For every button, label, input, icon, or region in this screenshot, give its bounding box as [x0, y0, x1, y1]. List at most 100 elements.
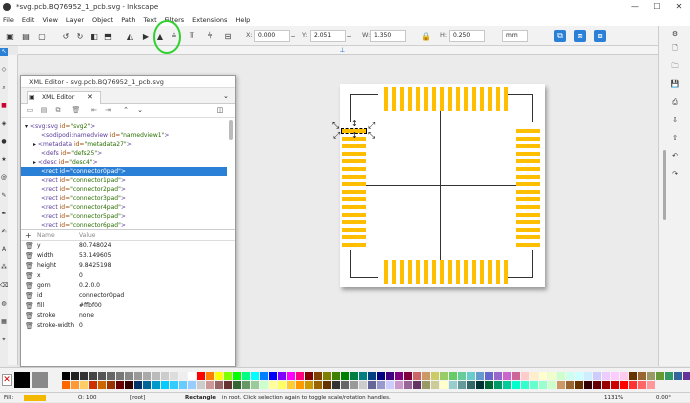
- rect-tool-icon[interactable]: ■: [0, 102, 8, 110]
- palette-swatch[interactable]: [377, 372, 385, 380]
- layout-menu-icon[interactable]: ◫: [215, 106, 225, 116]
- resize-handle-icon[interactable]: ⤢: [368, 121, 375, 131]
- pcb-pad[interactable]: [432, 87, 436, 111]
- palette-swatch[interactable]: [503, 372, 511, 380]
- align-middle-icon[interactable]: ⫩: [204, 30, 216, 42]
- palette-swatch[interactable]: [476, 372, 484, 380]
- lower-icon[interactable]: ▶: [140, 30, 152, 42]
- palette-swatch[interactable]: [548, 372, 556, 380]
- close-button[interactable]: ✕: [668, 0, 690, 14]
- palette-swatch[interactable]: [242, 381, 250, 389]
- palette-swatch[interactable]: [485, 372, 493, 380]
- ellipse-tool-icon[interactable]: ●: [0, 138, 8, 146]
- selector-tool-icon[interactable]: ↖: [0, 48, 8, 56]
- xml-node-namedview[interactable]: <sodipodi:namedview id="namedview1">: [21, 131, 227, 140]
- pcb-pad[interactable]: [448, 87, 452, 111]
- node-tool-icon[interactable]: ◇: [0, 66, 8, 74]
- pcb-pad[interactable]: [392, 87, 396, 111]
- palette-swatch[interactable]: [134, 372, 142, 380]
- palette-swatch[interactable]: [143, 372, 151, 380]
- pcb-pad[interactable]: [342, 212, 366, 217]
- palette-swatch[interactable]: [161, 381, 169, 389]
- pcb-pad[interactable]: [416, 260, 420, 284]
- pencil-tool-icon[interactable]: ✎: [0, 192, 8, 200]
- trash-icon[interactable]: 🗑: [25, 251, 34, 261]
- attribute-row[interactable]: 🗑 stroke none: [21, 311, 235, 321]
- palette-swatch[interactable]: [314, 381, 322, 389]
- xml-node-connector2pad[interactable]: <rect id="connector2pad">: [21, 185, 227, 194]
- pcb-pad[interactable]: [516, 167, 540, 171]
- pcb-pad[interactable]: [342, 197, 366, 202]
- rotate-cw-icon[interactable]: ↻: [74, 30, 86, 42]
- resize-handle-icon[interactable]: ⤡: [332, 121, 339, 131]
- palette-swatch[interactable]: [620, 372, 628, 380]
- xml-node-connector0pad[interactable]: <rect id="connector0pad">: [21, 167, 227, 176]
- palette-swatch[interactable]: [368, 381, 376, 389]
- pcb-pad[interactable]: [464, 87, 468, 111]
- pcb-pad[interactable]: [456, 87, 460, 111]
- new-document-icon[interactable]: 🗋: [669, 44, 681, 54]
- palette-swatch[interactable]: [89, 381, 97, 389]
- attribute-row[interactable]: 🗑 x 0: [21, 271, 235, 281]
- pcb-pad[interactable]: [392, 260, 396, 284]
- palette-swatch[interactable]: [206, 381, 214, 389]
- eraser-tool-icon[interactable]: ⌫: [0, 282, 8, 290]
- text-tool-icon[interactable]: A: [0, 246, 8, 254]
- palette-swatch[interactable]: [206, 372, 214, 380]
- attribute-row[interactable]: 🗑 y 80.748024: [21, 241, 235, 251]
- pcb-pad[interactable]: [342, 189, 366, 194]
- palette-swatch[interactable]: [575, 372, 583, 380]
- scale-corners-icon[interactable]: ⧈: [574, 30, 586, 42]
- palette-swatch[interactable]: [512, 372, 520, 380]
- calligraphy-tool-icon[interactable]: ✍: [0, 228, 8, 236]
- palette-swatch[interactable]: [98, 372, 106, 380]
- palette-swatch[interactable]: [422, 381, 430, 389]
- pcb-pad[interactable]: [342, 159, 366, 164]
- palette-swatch[interactable]: [350, 372, 358, 380]
- palette-swatch[interactable]: [215, 372, 223, 380]
- palette-swatch[interactable]: [125, 381, 133, 389]
- print-icon[interactable]: ⎙: [669, 98, 681, 108]
- palette-swatch[interactable]: [224, 372, 232, 380]
- xml-node-desc[interactable]: ▸ <desc id="desc4">: [21, 158, 227, 167]
- rotate-ccw-icon[interactable]: ↺: [60, 30, 72, 42]
- palette-swatch[interactable]: [80, 372, 88, 380]
- palette-swatch[interactable]: [269, 372, 277, 380]
- palette-swatch[interactable]: [395, 381, 403, 389]
- palette-swatch[interactable]: [116, 372, 124, 380]
- palette-swatch[interactable]: [620, 381, 628, 389]
- palette-swatch[interactable]: [350, 381, 358, 389]
- palette-swatch[interactable]: [530, 381, 538, 389]
- palette-swatch[interactable]: [548, 381, 556, 389]
- palette-swatch[interactable]: [260, 381, 268, 389]
- palette-swatch[interactable]: [494, 381, 502, 389]
- trash-icon[interactable]: 🗑: [25, 261, 34, 271]
- pcb-pad[interactable]: [400, 260, 404, 284]
- palette-swatch[interactable]: [440, 381, 448, 389]
- pcb-pad[interactable]: [488, 87, 492, 111]
- palette-swatch[interactable]: [179, 381, 187, 389]
- pcb-pad[interactable]: [516, 243, 540, 247]
- pcb-pad[interactable]: [342, 205, 366, 209]
- lower-node-icon[interactable]: ⌄: [135, 106, 145, 116]
- pcb-pad[interactable]: [342, 144, 366, 149]
- duplicate-node-icon[interactable]: ⧉: [53, 106, 63, 116]
- pcb-pad[interactable]: [384, 260, 388, 284]
- pcb-pad[interactable]: [516, 136, 540, 141]
- palette-swatch[interactable]: [233, 372, 241, 380]
- xml-node-tree[interactable]: ▾ <svg:svg id="svg2"> <sodipodi:namedvie…: [21, 118, 235, 230]
- palette-swatch[interactable]: [557, 372, 565, 380]
- select-all-icon[interactable]: ▣: [4, 30, 16, 42]
- pcb-pad[interactable]: [488, 260, 492, 284]
- xml-node-connector3pad[interactable]: <rect id="connector3pad">: [21, 194, 227, 203]
- palette-swatch[interactable]: [332, 381, 340, 389]
- pcb-pad[interactable]: [342, 243, 366, 247]
- close-tab-icon[interactable]: ✕: [87, 93, 93, 101]
- palette-swatch[interactable]: [251, 372, 259, 380]
- maximize-button[interactable]: ☐: [646, 0, 668, 14]
- palette-swatch[interactable]: [494, 372, 502, 380]
- palette-swatch[interactable]: [584, 372, 592, 380]
- palette-swatch[interactable]: [503, 381, 511, 389]
- stroke-swatch[interactable]: [32, 372, 48, 388]
- palette-swatch[interactable]: [170, 381, 178, 389]
